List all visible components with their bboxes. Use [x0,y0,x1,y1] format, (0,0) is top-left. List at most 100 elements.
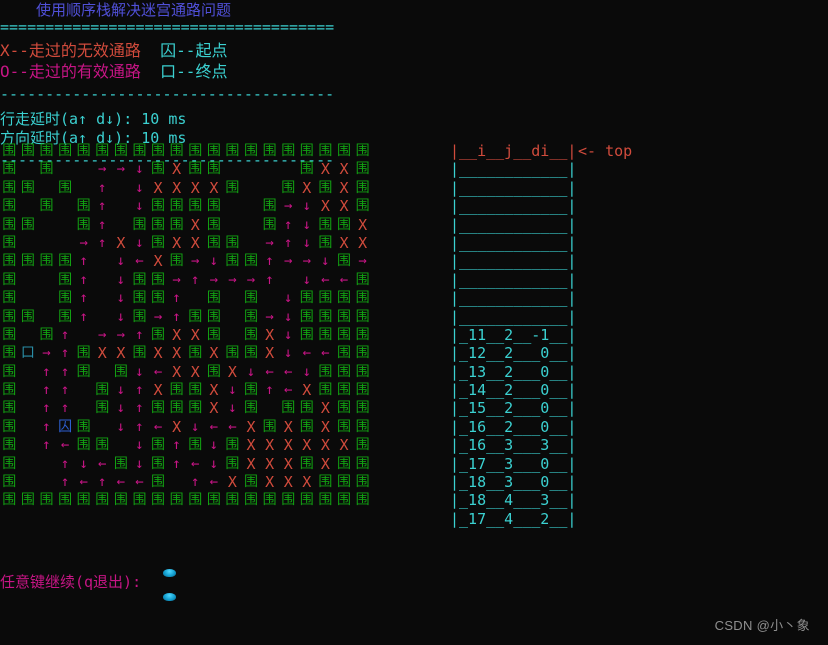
maze-cell-up: ↑ [79,308,88,325]
maze-cell-up: ↑ [60,474,70,491]
maze-cell-down: ↓ [135,161,144,178]
maze-cell-wall: 围 [2,474,17,491]
maze-cell-wall: 围 [225,179,240,196]
maze-cell-wall: 围 [225,234,240,251]
divider-double-top: ===================================== [0,18,335,36]
maze-cell-dead: X [283,473,293,492]
maze-cell-wall: 围 [2,234,17,251]
maze-cell-wall: 围 [2,143,17,159]
maze-cell-up: ↑ [98,216,107,233]
stack-entry-row: |_16__2___0__| [450,417,577,436]
maze-cell-dead: X [172,178,182,197]
maze-cell-empty [223,197,242,215]
maze-cell-empty [19,234,38,252]
maze-cell-up: ↑ [79,271,88,288]
legend-valid-path: O--走过的有效通路 [0,62,141,81]
maze-cell-wall: 围 [169,143,184,159]
maze-cell-down: ↓ [116,253,126,270]
maze-cell-dead: X [265,325,275,344]
maze-cell-wall: 围 [244,400,259,417]
maze-cell-left: ← [153,418,163,435]
maze-cell-right: → [209,271,219,288]
maze-cell-empty [93,363,112,381]
maze-cell-dead: X [339,178,349,197]
maze-cell-dead: X [339,436,349,455]
maze-cell-wall: 围 [336,455,351,472]
stack-entry-row: |_13__2___0__| [450,362,577,381]
maze-cell-empty [19,455,38,473]
maze-cell-dead: X [172,233,182,252]
maze-cell-right: → [116,326,126,343]
maze-cell-wall: 围 [336,326,351,343]
maze-cell-wall: 围 [281,400,296,417]
walk-delay-row: 行走延时(a↑ d↓): 10 ms [0,110,420,129]
maze-cell-wall: 围 [2,253,17,270]
maze-cell-up: ↑ [135,400,144,417]
maze-cell-wall: 围 [2,492,17,509]
walk-delay-value[interactable]: 10 [141,110,159,128]
maze-cell-wall: 围 [262,216,277,233]
maze-cell-dead: X [209,399,219,418]
maze-cell-left: ← [339,271,349,288]
maze-cell-left: ← [191,455,200,472]
maze-cell-wall: 围 [39,253,54,270]
maze-cell-wall: 围 [244,382,259,399]
maze-cell-up: ↑ [79,253,88,270]
maze-cell-wall: 围 [188,308,203,325]
maze-cell-wall: 围 [244,143,259,159]
maze-cell-wall: 围 [58,143,73,159]
stack-panel: |__i__j__di__| |____________| |___________… [450,142,576,528]
maze-cell-dead: X [320,454,330,473]
maze-cell-wall: 围 [2,290,17,307]
maze-cell-wall: 围 [151,234,166,251]
maze-cell-wall: 围 [188,143,203,159]
maze-cell-empty [167,473,186,491]
maze-cell-wall: 围 [318,326,333,343]
maze-cell-empty [93,308,112,326]
cursor-indicator [163,569,177,603]
maze-cell-wall: 围 [262,198,277,215]
maze-cell-up: ↑ [98,474,107,491]
maze-cell-wall: 围 [355,179,370,196]
maze-cell-up: ↑ [42,418,51,435]
maze-cell-up: ↑ [172,308,181,325]
maze-cell-dead: X [172,325,182,344]
maze-cell-dead: X [190,233,200,252]
maze-cell-dead: X [153,178,163,197]
maze-cell-wall: 围 [95,382,110,399]
maze-cell-wall: 围 [299,418,314,435]
maze-cell-left: ← [135,253,144,270]
maze-cell-wall: 围 [169,216,184,233]
maze-cell-empty [260,179,279,197]
maze-cell-wall: 围 [355,418,370,435]
maze-cell-wall: 围 [151,143,166,159]
maze-cell-wall: 围 [169,253,184,270]
maze-cell-left: ← [321,345,330,362]
maze-cell-wall: 围 [336,216,351,233]
maze-cell-dead: X [320,197,330,216]
maze-cell-wall: 围 [20,492,35,509]
maze-cell-empty [223,308,242,326]
maze-cell-wall: 围 [206,290,221,307]
maze-cell-empty [112,179,131,197]
maze-cell-wall: 围 [336,418,351,435]
maze-cell-wall: 围 [336,492,351,509]
maze-cell-empty [19,399,38,417]
cursor-dot-bottom [163,593,176,601]
maze-cell-left: ← [209,418,219,435]
maze-cell-dead: X [227,473,237,492]
maze-cell-wall: 围 [113,363,128,380]
maze-cell-start: 囚 [58,418,73,435]
maze-cell-wall: 围 [318,474,333,491]
maze-cell-dead: X [283,436,293,455]
walk-delay-unit: ms [159,110,187,128]
maze-cell-down: ↓ [135,455,144,472]
maze-cell-wall: 围 [355,271,370,288]
maze-cell-wall: 围 [20,216,35,233]
maze-cell-wall: 围 [355,455,370,472]
maze-cell-empty [37,179,56,197]
maze-cell-wall: 围 [151,400,166,417]
maze-cell-wall: 围 [132,290,147,307]
maze-cell-up: ↑ [135,326,144,343]
maze-cell-wall: 围 [299,161,314,178]
